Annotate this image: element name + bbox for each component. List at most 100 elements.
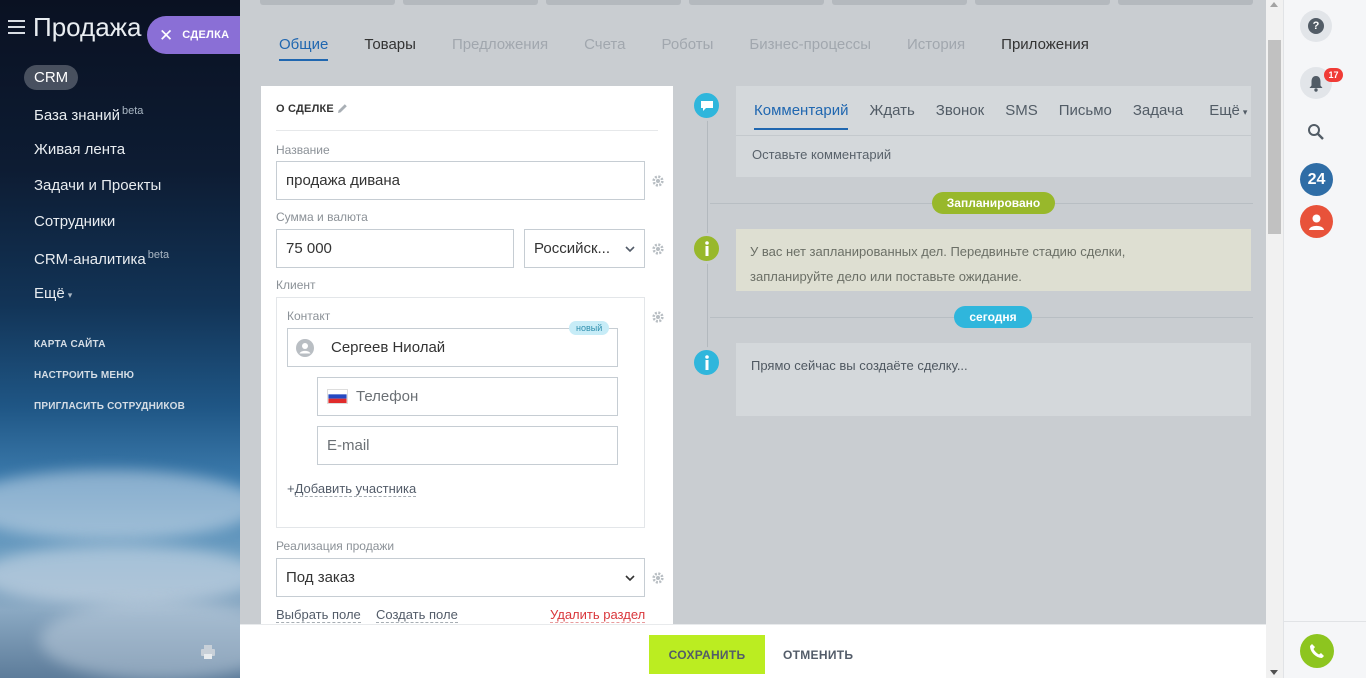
- activity-tab-more[interactable]: Ещё ▾: [1209, 102, 1247, 130]
- save-button[interactable]: СОХРАНИТЬ: [649, 635, 765, 674]
- sidebar-item-label: CRM-аналитика: [34, 251, 146, 268]
- left-sidebar: Продажа ✕ СДЕЛКА CRM База знаний beta Жив…: [0, 0, 240, 678]
- phone-input[interactable]: Телефон: [317, 377, 618, 416]
- sidebar-item-employees[interactable]: Сотрудники: [34, 213, 115, 230]
- top-toolbar-stubs: [260, 0, 1253, 5]
- scroll-down-arrow-icon[interactable]: [1270, 670, 1278, 675]
- deal-editor: Общие Товары Предложения Счета Роботы Би…: [240, 0, 1266, 624]
- activity-tab-wait[interactable]: Ждать: [869, 102, 914, 130]
- deal-name-input[interactable]: продажа дивана: [276, 161, 645, 200]
- page-title: Продажа: [33, 12, 142, 42]
- contact-input[interactable]: Сергеев Ниолай: [287, 328, 618, 367]
- form-footer: СОХРАНИТЬ ОТМЕНИТЬ: [240, 624, 1266, 678]
- search-icon: [1308, 124, 1324, 140]
- gear-icon[interactable]: [652, 243, 664, 255]
- phone-placeholder: Телефон: [356, 388, 419, 405]
- create-field-link[interactable]: Создать поле: [376, 607, 458, 623]
- chevron-down-icon: [625, 245, 635, 252]
- gear-icon[interactable]: [652, 311, 664, 323]
- tab-robots[interactable]: Роботы: [661, 36, 713, 61]
- phone-icon: [1310, 644, 1324, 658]
- sidebar-item-more[interactable]: Ещё ▾: [34, 285, 72, 302]
- currency-value: Российск...: [534, 240, 611, 257]
- sidebar-item-live-feed[interactable]: Живая лента: [34, 141, 125, 158]
- planned-empty-message: У вас нет запланированных дел. Передвинь…: [736, 229, 1251, 291]
- delete-section-link[interactable]: Удалить раздел: [550, 607, 646, 623]
- amount-label: Сумма и валюта: [276, 210, 368, 224]
- sidebar-background-cloud: [0, 470, 240, 540]
- sidebar-link-configure-menu[interactable]: НАСТРОИТЬ МЕНЮ: [34, 370, 134, 381]
- activity-tab-task[interactable]: Задача: [1133, 102, 1183, 130]
- hamburger-icon[interactable]: [8, 20, 25, 34]
- gear-icon[interactable]: [652, 175, 664, 187]
- printer-icon[interactable]: [200, 644, 216, 660]
- deal-tabs: Общие Товары Предложения Счета Роботы Би…: [279, 36, 1125, 61]
- close-icon: ✕: [159, 25, 174, 45]
- deal-form-card: О СДЕЛКЕ Название продажа дивана Сумма и…: [261, 86, 673, 624]
- sale-label: Реализация продажи: [276, 539, 395, 553]
- scrollbar[interactable]: [1266, 0, 1283, 678]
- sidebar-item-label: Задачи и Проекты: [34, 177, 162, 194]
- activity-tab-call[interactable]: Звонок: [936, 102, 984, 130]
- planned-section-badge: Запланировано: [932, 192, 1055, 214]
- section-title: О СДЕЛКЕ: [276, 103, 334, 115]
- beta-badge: beta: [121, 105, 144, 117]
- amount-input[interactable]: 75 000: [276, 229, 514, 268]
- sidebar-background-cloud: [40, 600, 240, 678]
- bitrix24-button[interactable]: 24: [1300, 163, 1333, 196]
- sidebar-item-knowledge-base[interactable]: База знаний beta: [34, 105, 143, 124]
- sidebar-item-label: База знаний: [34, 107, 120, 124]
- activity-tab-comment[interactable]: Комментарий: [754, 102, 849, 130]
- close-deal-slider-button[interactable]: ✕ СДЕЛКА: [147, 16, 240, 54]
- help-button[interactable]: ?: [1300, 10, 1332, 42]
- close-chip-label: СДЕЛКА: [182, 29, 230, 41]
- user-avatar-button[interactable]: [1300, 205, 1333, 238]
- activity-tab-email[interactable]: Письмо: [1059, 102, 1112, 130]
- sidebar-link-sitemap[interactable]: КАРТА САЙТА: [34, 339, 106, 350]
- tab-history[interactable]: История: [907, 36, 965, 61]
- now-message-text: Прямо сейчас вы создаёте сделку...: [751, 358, 968, 373]
- sidebar-item-crm-analytics[interactable]: CRM-аналитика beta: [34, 249, 169, 268]
- chevron-down-icon: ▾: [1242, 107, 1248, 117]
- sidebar-item-label: Живая лента: [34, 141, 126, 158]
- bell-icon: [1309, 75, 1323, 92]
- currency-select[interactable]: Российск...: [524, 229, 645, 268]
- tab-applications[interactable]: Приложения: [1001, 36, 1089, 61]
- tab-business-processes[interactable]: Бизнес-процессы: [749, 36, 871, 61]
- tab-general[interactable]: Общие: [279, 36, 329, 61]
- comment-icon: [691, 90, 722, 121]
- tab-quotes[interactable]: Предложения: [452, 36, 548, 61]
- tab-products[interactable]: Товары: [364, 36, 416, 61]
- choose-field-link[interactable]: Выбрать поле: [276, 607, 361, 623]
- activity-tab-sms[interactable]: SMS: [1005, 102, 1038, 130]
- sidebar-item-crm[interactable]: CRM: [24, 65, 79, 90]
- info-icon: [691, 347, 722, 378]
- sidebar-item-tasks[interactable]: Задачи и Проекты: [34, 177, 161, 194]
- activity-tabs: Комментарий Ждать Звонок SMS Письмо Зада…: [754, 102, 1266, 130]
- client-block: Контакт Сергеев Ниолай новый Телефон E-m…: [276, 297, 645, 528]
- cancel-button[interactable]: ОТМЕНИТЬ: [783, 635, 853, 674]
- sidebar-item-label: Сотрудники: [34, 213, 116, 230]
- client-label: Клиент: [276, 278, 316, 292]
- add-participant-link[interactable]: +Добавить участника: [287, 481, 417, 497]
- scroll-up-arrow-icon[interactable]: [1270, 2, 1278, 7]
- search-button[interactable]: [1300, 116, 1332, 148]
- planned-message-text: У вас нет запланированных дел. Передвинь…: [750, 244, 1126, 284]
- comment-input[interactable]: Оставьте комментарий: [752, 147, 891, 162]
- sidebar-item-label: Ещё: [34, 285, 65, 302]
- telephony-button[interactable]: [1300, 634, 1334, 668]
- today-section-badge: сегодня: [954, 306, 1032, 328]
- russian-flag-icon[interactable]: [327, 389, 348, 404]
- tab-invoices[interactable]: Счета: [584, 36, 625, 61]
- contact-label: Контакт: [287, 309, 331, 323]
- sale-type-select[interactable]: Под заказ: [276, 558, 645, 597]
- sidebar-background-cloud: [0, 545, 240, 605]
- user-icon: [1309, 214, 1324, 230]
- gear-icon[interactable]: [652, 572, 664, 584]
- pencil-icon[interactable]: [337, 103, 348, 114]
- activity-tab-more-label: Ещё: [1209, 102, 1240, 119]
- sidebar-link-invite-employees[interactable]: ПРИГЛАСИТЬ СОТРУДНИКОВ: [34, 401, 185, 412]
- scrollbar-thumb[interactable]: [1268, 40, 1281, 234]
- chevron-down-icon: [625, 574, 635, 581]
- email-input[interactable]: E-mail: [317, 426, 618, 465]
